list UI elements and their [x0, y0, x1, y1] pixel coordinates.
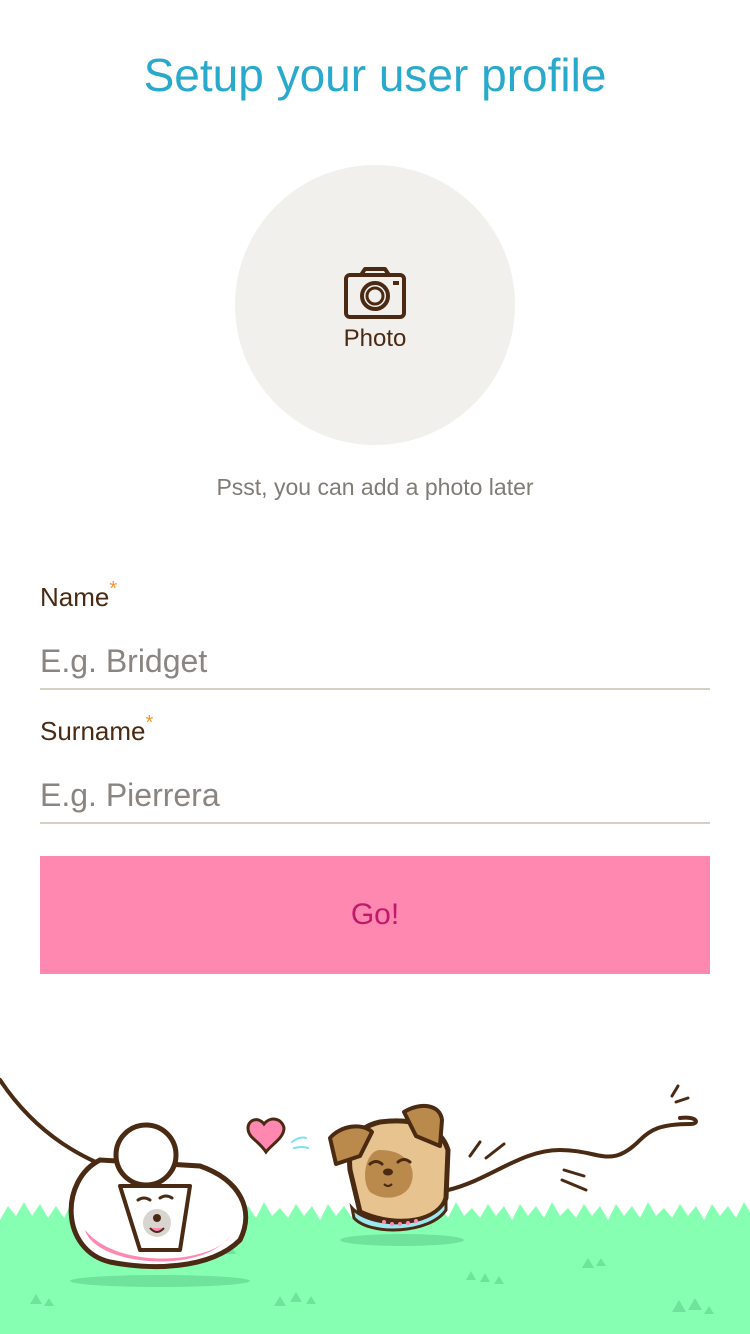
page-title: Setup your user profile	[143, 49, 607, 101]
camera-icon	[344, 267, 406, 319]
heart-icon	[246, 1117, 309, 1155]
photo-upload-button[interactable]: Photo	[235, 165, 515, 445]
photo-label: Photo	[343, 325, 407, 352]
surname-field[interactable]	[40, 768, 710, 824]
dogs-illustration	[0, 1078, 750, 1334]
go-button[interactable]: Go!	[40, 856, 710, 974]
surname-label: Surname*	[40, 712, 154, 746]
required-mark: *	[109, 578, 118, 600]
required-mark: *	[145, 712, 154, 734]
name-label: Name*	[40, 578, 118, 612]
poodle-dog	[68, 1122, 249, 1270]
photo-hint: Psst, you can add a photo later	[216, 474, 534, 500]
pug-dog	[328, 1103, 451, 1232]
name-field[interactable]	[40, 634, 710, 690]
